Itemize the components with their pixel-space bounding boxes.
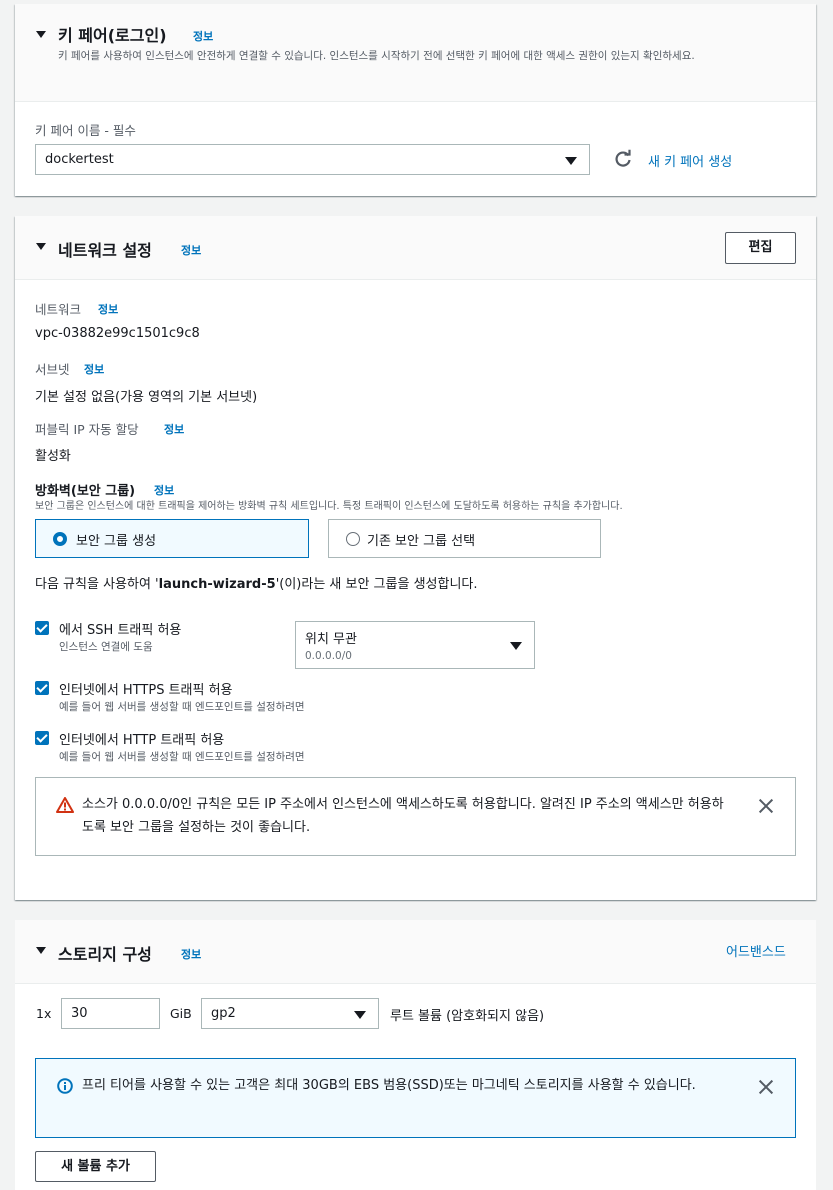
storage-info-link[interactable]: 정보: [181, 946, 201, 962]
radio-unselected-icon: [346, 532, 360, 546]
https-checkbox[interactable]: [35, 681, 49, 695]
info-icon: [57, 1078, 73, 1094]
advanced-link[interactable]: 어드밴스드: [726, 941, 786, 960]
free-tier-info-text: 프리 티어를 사용할 수 있는 고객은 최대 30GB의 EBS 범용(SSD)…: [82, 1078, 696, 1093]
http-label: 인터넷에서 HTTP 트래픽 허용: [59, 733, 225, 748]
volume-type-select[interactable]: gp2: [201, 998, 379, 1029]
network-info-link-2[interactable]: 정보: [98, 301, 118, 317]
note-prefix: 다음 규칙을 사용하여 ': [35, 577, 159, 592]
volume-unit-label: GiB: [170, 1006, 192, 1021]
chevron-down-icon: [354, 1011, 366, 1019]
radio-existing-security-group[interactable]: 기존 보안 그룹 선택: [328, 519, 601, 558]
warning-text: 소스가 0.0.0.0/0인 규칙은 모든 IP 주소에서 인스턴스에 액세스하…: [82, 797, 724, 835]
chevron-down-icon: [510, 642, 522, 650]
chevron-down-icon: [565, 157, 577, 165]
note-group-name: launch-wizard-5: [158, 577, 276, 592]
free-tier-info-alert: 프리 티어를 사용할 수 있는 고객은 최대 30GB의 EBS 범용(SSD)…: [35, 1058, 796, 1138]
firewall-label: 방화벽(보안 그룹): [35, 484, 136, 499]
warning-alert: 소스가 0.0.0.0/0인 규칙은 모든 IP 주소에서 인스턴스에 액세스하…: [35, 777, 796, 856]
collapse-caret-icon[interactable]: [36, 31, 46, 38]
close-icon[interactable]: [758, 798, 774, 814]
create-keypair-link[interactable]: 새 키 페어 생성: [648, 151, 732, 170]
radio-create-label: 보안 그룹 생성: [76, 534, 157, 549]
firewall-info-link[interactable]: 정보: [154, 482, 174, 498]
network-header: 네트워크 설정 정보 편집: [15, 216, 816, 280]
network-title: 네트워크 설정: [58, 241, 152, 260]
http-checkbox[interactable]: [35, 731, 49, 745]
collapse-caret-icon[interactable]: [36, 243, 46, 250]
add-volume-button[interactable]: 새 볼륨 추가: [35, 1151, 156, 1182]
root-volume-label: 루트 볼륨 (암호화되지 않음): [390, 1009, 545, 1024]
keypair-select-value: dockertest: [45, 152, 114, 167]
keypair-select[interactable]: dockertest: [35, 144, 590, 175]
subnet-value: 기본 설정 없음(가용 영역의 기본 서브넷): [35, 390, 258, 405]
radio-existing-label: 기존 보안 그룹 선택: [367, 534, 476, 549]
volume-count-label: 1x: [36, 1006, 52, 1021]
note-suffix: '(이)라는 새 보안 그룹을 생성합니다.: [275, 577, 478, 592]
radio-selected-icon: [53, 532, 67, 546]
ssh-checkbox[interactable]: [35, 621, 49, 635]
keypair-name-label: 키 페어 이름 - 필수: [35, 123, 136, 138]
subnet-label: 서브넷: [35, 362, 70, 377]
volume-size-input[interactable]: 30: [61, 998, 160, 1029]
radio-create-security-group[interactable]: 보안 그룹 생성: [35, 519, 309, 558]
network-value: vpc-03882e99c1501c9c8: [35, 326, 200, 341]
http-sublabel: 예를 들어 웹 서버를 생성할 때 엔드포인트를 설정하려면: [59, 751, 305, 763]
ssh-source-select[interactable]: 위치 무관 0.0.0.0/0: [295, 621, 535, 669]
https-label: 인터넷에서 HTTPS 트래픽 허용: [59, 683, 233, 698]
keypair-description: 키 페어를 사용하여 인스턴스에 안전하게 연결할 수 있습니다. 인스턴스를 …: [58, 50, 695, 62]
security-group-note: 다음 규칙을 사용하여 'launch-wizard-5'(이)라는 새 보안 …: [35, 573, 478, 592]
warning-icon: [56, 797, 74, 813]
ssh-sublabel: 인스턴스 연결에 도움: [59, 641, 153, 653]
network-label: 네트워크: [35, 302, 82, 317]
add-volume-button-label: 새 볼륨 추가: [61, 1159, 130, 1174]
refresh-icon[interactable]: [613, 149, 633, 169]
ssh-source-value: 위치 무관: [305, 632, 357, 647]
volume-type-value: gp2: [211, 1006, 236, 1021]
network-panel: 네트워크 설정 정보 편집 네트워크 정보 vpc-03882e99c1501c…: [15, 216, 816, 900]
storage-header: 스토리지 구성 정보 어드밴스드: [15, 920, 816, 984]
ssh-source-cidr: 0.0.0.0/0: [305, 650, 352, 662]
public-ip-info-link[interactable]: 정보: [164, 421, 184, 437]
public-ip-value: 활성화: [35, 449, 71, 464]
close-icon[interactable]: [758, 1079, 774, 1095]
keypair-panel: 키 페어(로그인) 정보 키 페어를 사용하여 인스턴스에 안전하게 연결할 수…: [15, 4, 816, 196]
network-info-link[interactable]: 정보: [181, 242, 201, 258]
public-ip-label: 퍼블릭 IP 자동 할당: [35, 422, 139, 437]
volume-size-value: 30: [71, 1006, 88, 1021]
edit-button[interactable]: 편집: [725, 232, 796, 264]
edit-button-label: 편집: [748, 240, 773, 255]
storage-title: 스토리지 구성: [58, 945, 152, 964]
subnet-info-link[interactable]: 정보: [84, 361, 104, 377]
keypair-title: 키 페어(로그인): [58, 26, 167, 45]
storage-panel: 스토리지 구성 정보 어드밴스드 1x 30 GiB gp2 루트 볼륨 (암호…: [15, 920, 816, 1190]
firewall-description: 보안 그룹은 인스턴스에 대한 트래픽을 제어하는 방화벽 규칙 세트입니다. …: [35, 501, 623, 512]
ssh-label: 에서 SSH 트래픽 허용: [59, 623, 182, 638]
keypair-info-link[interactable]: 정보: [193, 28, 213, 44]
keypair-header: 키 페어(로그인) 정보 키 페어를 사용하여 인스턴스에 안전하게 연결할 수…: [15, 4, 816, 102]
collapse-caret-icon[interactable]: [36, 947, 46, 954]
https-sublabel: 예를 들어 웹 서버를 생성할 때 엔드포인트를 설정하려면: [59, 701, 305, 713]
